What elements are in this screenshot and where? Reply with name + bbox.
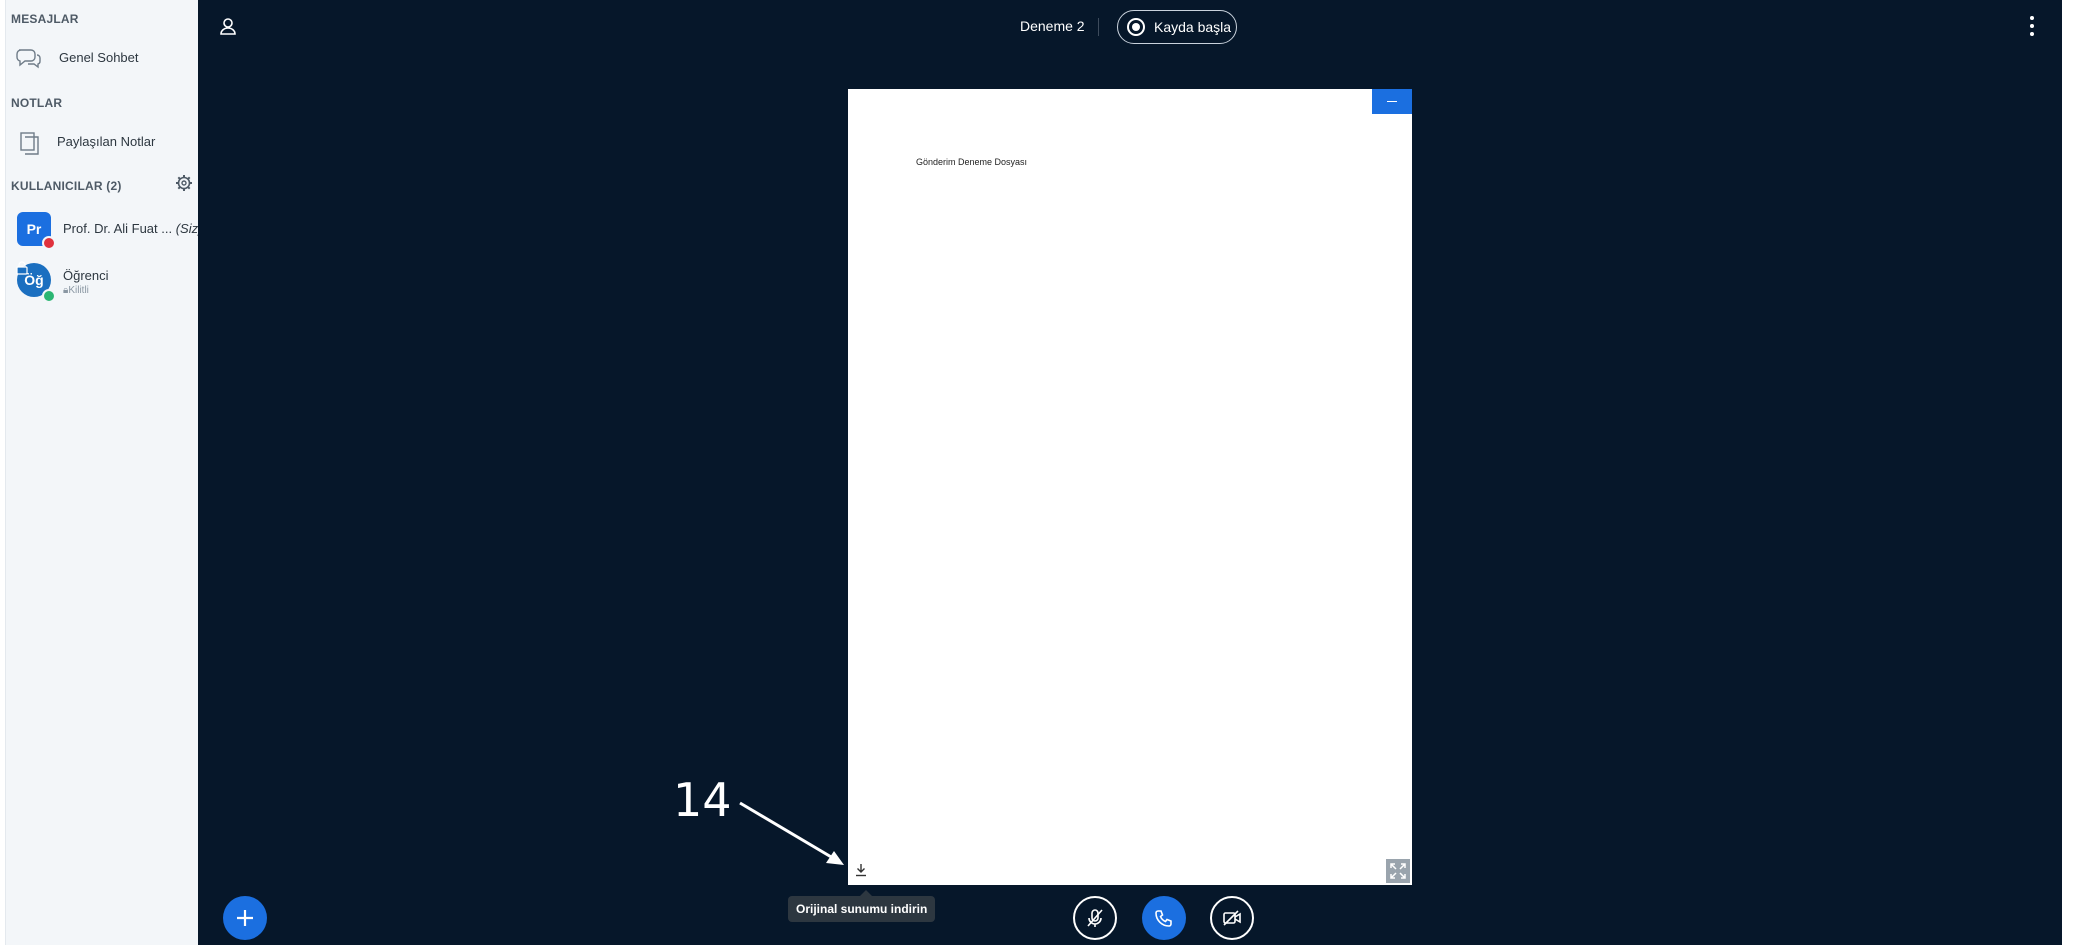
actions-button[interactable]	[223, 896, 267, 940]
document-copy-icon	[20, 132, 39, 155]
download-tooltip: Orijinal sunumu indirin	[788, 896, 936, 922]
mic-muted-icon	[1087, 909, 1103, 927]
user-name: Prof. Dr. Ali Fuat ... (Siz)	[63, 221, 203, 236]
right-edge-strip	[2062, 0, 2085, 945]
kebab-menu-icon[interactable]	[2028, 16, 2036, 38]
mic-muted-badge-icon	[42, 236, 56, 250]
annotation-number: 14	[673, 773, 732, 827]
meeting-title: Deneme 2	[1020, 18, 1085, 34]
plus-icon	[237, 910, 253, 926]
minimize-presentation-button[interactable]	[1372, 89, 1412, 114]
annotation-arrow	[739, 801, 844, 865]
fullscreen-icon	[1390, 863, 1406, 879]
user-status: 🔒︎Kilitli	[63, 285, 89, 296]
sidebar-item-label: Paylaşılan Notlar	[57, 134, 156, 149]
sidebar: MESAJLAR Genel Sohbet NOTLAR Paylaşılan …	[5, 0, 203, 945]
user-list-item[interactable]: Pr Prof. Dr. Ali Fuat ... (Siz)	[6, 212, 203, 256]
slide-text: Gönderim Deneme Dosyası	[916, 157, 1028, 167]
minimize-icon	[1387, 100, 1397, 103]
record-button[interactable]: Kayda başla	[1117, 10, 1237, 44]
lock-badge-icon	[16, 261, 28, 275]
avatar-initials: Pr	[26, 221, 42, 237]
messages-section-title: MESAJLAR	[11, 12, 79, 26]
user-name: Öğrenci	[63, 268, 109, 283]
phone-icon	[1155, 910, 1172, 927]
users-section-title: KULLANICILAR (2)	[11, 179, 122, 193]
main-area: Deneme 2 Kayda başla Gönderim Deneme Dos…	[198, 0, 2085, 945]
leave-audio-button[interactable]	[1142, 896, 1186, 940]
sidebar-item-public-chat[interactable]: Genel Sohbet	[6, 38, 199, 78]
chat-bubbles-icon	[16, 49, 41, 69]
user-icon[interactable]	[218, 16, 238, 36]
listen-only-badge-icon	[42, 289, 56, 303]
sidebar-item-shared-notes[interactable]: Paylaşılan Notlar	[6, 122, 199, 162]
camera-off-icon	[1223, 910, 1241, 926]
fullscreen-button[interactable]	[1386, 859, 1410, 883]
record-icon	[1127, 18, 1145, 36]
presentation-slide: Gönderim Deneme Dosyası	[848, 89, 1412, 885]
title-divider	[1098, 18, 1099, 36]
notes-section-title: NOTLAR	[11, 96, 63, 110]
mute-button[interactable]	[1073, 896, 1117, 940]
record-label: Kayda başla	[1154, 19, 1232, 35]
share-camera-button[interactable]	[1210, 896, 1254, 940]
gear-icon[interactable]	[174, 173, 194, 193]
sidebar-item-label: Genel Sohbet	[59, 50, 139, 65]
user-list-item[interactable]: Öğ Öğrenci 🔒︎Kilitli	[6, 261, 199, 307]
